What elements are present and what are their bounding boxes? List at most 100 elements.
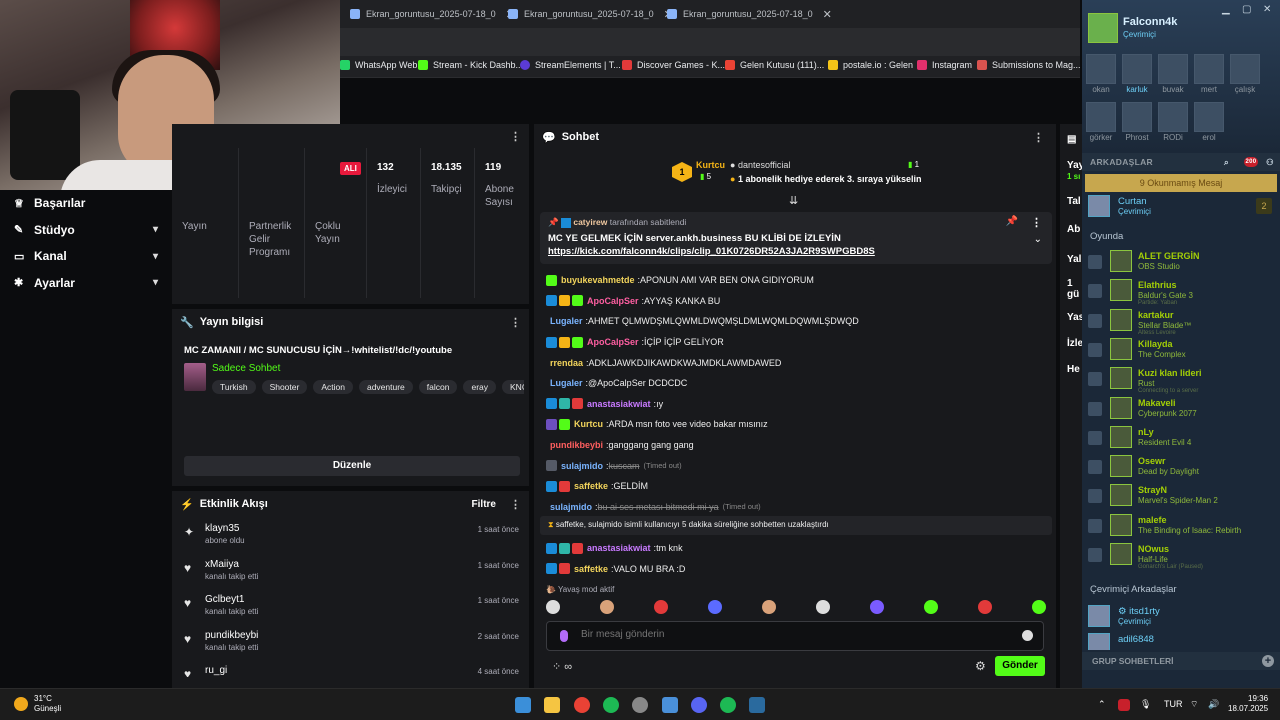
obs-icon[interactable] — [632, 697, 648, 713]
unread-messages-banner[interactable]: 9 Okunmamış Mesaj — [1085, 174, 1277, 192]
friend-item[interactable]: Elathrius Baldur's Gate 3 Partide: Yaban — [1088, 278, 1278, 306]
file-explorer-icon[interactable] — [544, 697, 560, 713]
tag[interactable]: Action — [313, 380, 353, 394]
favorite-friend[interactable]: erol — [1194, 102, 1224, 142]
favorite-friend[interactable]: mert — [1194, 54, 1224, 94]
bookmark[interactable]: Stream - Kick Dashb... — [418, 60, 523, 70]
chat-input-box[interactable] — [546, 621, 1044, 651]
app-icon[interactable] — [662, 697, 678, 713]
avatar[interactable] — [1088, 13, 1118, 43]
chat-username[interactable]: saffetke — [574, 481, 608, 491]
wifi-icon[interactable]: ⌔ — [1190, 699, 1198, 710]
chevron-down-icon[interactable]: ⌄ — [1034, 234, 1042, 245]
recipient-name[interactable]: dantesofficial — [738, 160, 790, 170]
search-icon[interactable]: ⌕ — [1224, 153, 1229, 171]
emote-icon[interactable] — [816, 600, 830, 614]
more-options-icon[interactable]: ⋮ — [1031, 216, 1042, 229]
more-options-icon[interactable]: ⋮ — [510, 130, 521, 143]
browser-tab[interactable]: Ekran_goruntusu_2025-07-18_0✕ — [667, 4, 832, 24]
bookmark[interactable]: Submissions to Mag... — [977, 60, 1081, 70]
friend-item[interactable]: Killayda The Complex — [1088, 337, 1278, 363]
friend-item[interactable]: StrayN Marvel's Spider-Man 2 — [1088, 483, 1278, 509]
browser-tab[interactable]: Ekran_goruntusu_2025-07-18_0✕ — [508, 4, 673, 24]
chat-username[interactable]: ApoCalpSer — [587, 337, 639, 347]
friend-item[interactable]: Osewr Dead by Daylight — [1088, 454, 1278, 480]
tag[interactable]: falcon — [418, 380, 458, 394]
sidebar-item-studio[interactable]: ✎ Stüdyo ▾ — [0, 217, 172, 244]
emoji-icon[interactable] — [1022, 630, 1033, 641]
bookmark[interactable]: Gelen Kutusu (111)... — [725, 60, 824, 70]
favorite-friend[interactable]: buvak — [1158, 54, 1188, 94]
tag[interactable]: Shooter — [261, 380, 308, 394]
emote-icon[interactable] — [708, 600, 722, 614]
more-options-icon[interactable]: ⋮ — [510, 498, 521, 511]
chat-username[interactable]: buyukevahmetde — [561, 275, 635, 285]
friend-item[interactable]: malefe The Binding of Isaac: Rebirth — [1088, 513, 1278, 539]
spotify-alt-icon[interactable] — [720, 697, 736, 713]
volume-icon[interactable]: 🔊 — [1208, 699, 1219, 710]
bookmark[interactable]: StreamElements | T... — [520, 60, 621, 70]
favorite-friend[interactable]: okan — [1086, 54, 1116, 94]
chat-input[interactable] — [581, 629, 1001, 640]
bookmark[interactable]: postale.io : Gelen — [828, 60, 913, 70]
emote-icon[interactable] — [546, 600, 560, 614]
more-options-icon[interactable]: ⋮ — [510, 316, 521, 329]
favorite-friend[interactable]: karluk — [1122, 54, 1152, 94]
close-icon[interactable]: ✕ — [1263, 4, 1271, 15]
gifter-name[interactable]: Kurtcu — [696, 160, 725, 170]
dots-icon[interactable]: ⁘ — [552, 661, 561, 673]
chat-username[interactable]: pundikbeybi — [550, 440, 603, 450]
unpin-icon[interactable]: 📌 — [1006, 216, 1018, 227]
friend-item[interactable]: Curtan Çevrimiçi 2 — [1088, 194, 1274, 218]
edit-button[interactable]: Düzenle — [184, 456, 520, 476]
chat-username[interactable]: anastasiakwiat — [587, 543, 651, 553]
chat-username[interactable]: anastasiakwiat — [587, 399, 651, 409]
input-language[interactable]: TUR — [1164, 699, 1183, 709]
weather-widget[interactable]: 31°C Güneşli — [14, 694, 61, 713]
friend-item[interactable]: ALET GERGİN OBS Studio — [1088, 249, 1278, 275]
friend-item[interactable]: Kuzi klan lideri Rust Connecting to a serv… — [1088, 366, 1278, 394]
pinned-link[interactable]: https://kick.com/falconn4k/clips/clip_01… — [548, 246, 1044, 257]
friend-item[interactable]: ⚙ itsd1rty Çevrimiçi — [1088, 604, 1278, 628]
emote-icon[interactable] — [924, 600, 938, 614]
spotify-icon[interactable] — [603, 697, 619, 713]
sidebar-item-achievements[interactable]: ♕ Başarılar — [0, 190, 172, 217]
chat-username[interactable]: rrendaa — [550, 358, 583, 368]
filter-button[interactable]: Filtre — [472, 499, 496, 510]
chat-footer-icons[interactable]: ⁘ ∞ — [552, 660, 572, 673]
emote-icon[interactable] — [600, 600, 614, 614]
steam-icon[interactable] — [749, 697, 765, 713]
emote-icon[interactable] — [870, 600, 884, 614]
group-chats-header[interactable]: GRUP SOHBETLERİ + — [1082, 652, 1280, 670]
tag[interactable]: eray — [463, 380, 497, 394]
clock[interactable]: 19:36 18.07.2025 — [1228, 694, 1268, 715]
chrome-icon[interactable] — [574, 697, 590, 713]
bookmark[interactable]: Instagram — [917, 60, 972, 70]
friend-item[interactable]: nLy Resident Evil 4 — [1088, 425, 1278, 451]
tray-app-icon[interactable] — [1118, 699, 1130, 711]
send-button[interactable]: Gönder — [995, 656, 1045, 676]
tag[interactable]: KNGL — [502, 380, 524, 394]
favorite-friend[interactable]: RODi — [1158, 102, 1188, 142]
notification-badge[interactable]: 200 — [1244, 157, 1258, 167]
sidebar-item-settings[interactable]: ✱ Ayarlar ▾ — [0, 270, 172, 297]
emote-icon[interactable] — [762, 600, 776, 614]
discord-icon[interactable] — [691, 697, 707, 713]
minimize-icon[interactable]: ▁ — [1222, 4, 1230, 15]
add-icon[interactable]: + — [1262, 655, 1274, 667]
gear-icon[interactable]: ⚙ — [975, 659, 986, 673]
add-friend-icon[interactable]: ⚇ — [1266, 153, 1274, 171]
chat-username[interactable]: ApoCalpSer — [587, 296, 639, 306]
infinity-icon[interactable]: ∞ — [564, 661, 572, 673]
address-bar-area[interactable] — [340, 28, 1080, 56]
tag[interactable]: adventure — [358, 380, 413, 394]
tag[interactable]: Turkish — [212, 380, 256, 394]
tray-expand-icon[interactable]: ⌃ — [1098, 699, 1106, 710]
chat-username[interactable]: sulajmido — [550, 502, 592, 512]
bookmark[interactable]: WhatsApp Web — [340, 60, 417, 70]
friend-item[interactable]: kartakur Stellar Blade™ Altess Levoire — [1088, 308, 1278, 336]
friend-item[interactable]: NOwus Half-Life Gonarch's Lair (Paused) — [1088, 542, 1278, 570]
friend-item[interactable]: Makaveli Cyberpunk 2077 — [1088, 396, 1278, 422]
emote-icon[interactable] — [654, 600, 668, 614]
category-name[interactable]: Sadece Sohbet — [212, 363, 280, 374]
